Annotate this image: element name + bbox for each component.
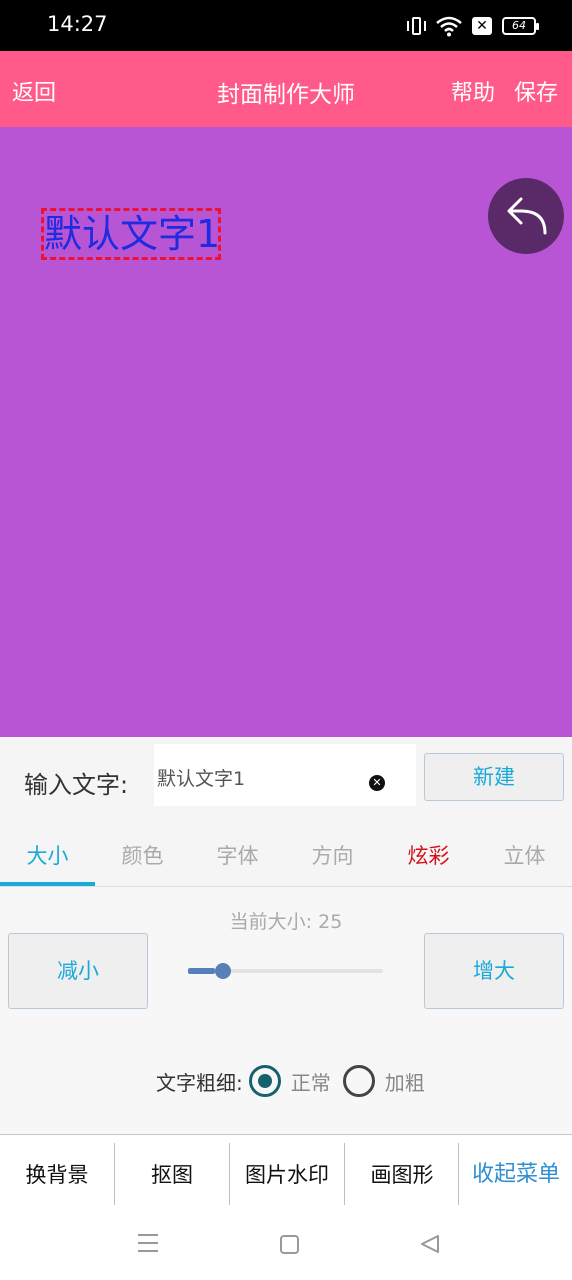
collapse-menu-button[interactable]: 收起菜单 <box>459 1135 572 1213</box>
decrease-size-button[interactable]: 减小 <box>8 933 148 1009</box>
app-screen: 14:27 ✕ 64 返回 封面制作大师 帮助 保存 默认文字1 输入文字: 默… <box>0 0 572 1280</box>
size-panel: 当前大小: 25 减小 增大 文字粗细: 正常 加粗 <box>0 887 572 1134</box>
tab-active-indicator <box>0 882 95 886</box>
text-input-value[interactable]: 默认文字1 <box>157 764 245 791</box>
tab-size[interactable]: 大小 <box>0 840 95 870</box>
input-text-label: 输入文字: <box>24 771 129 799</box>
draw-shape-button[interactable]: 画图形 <box>345 1135 459 1213</box>
status-bar: 14:27 ✕ 64 <box>0 0 572 51</box>
clear-icon[interactable]: ✕ <box>369 775 385 791</box>
tab-color[interactable]: 颜色 <box>95 840 190 870</box>
weight-bold-radio[interactable] <box>342 1065 375 1097</box>
current-size-value: 25 <box>318 911 343 933</box>
font-weight-label: 文字粗细: <box>156 1070 243 1095</box>
slider-thumb[interactable] <box>215 963 231 979</box>
slider-fill <box>188 968 215 974</box>
tab-3d[interactable]: 立体 <box>477 840 572 870</box>
undo-arrow-icon <box>507 197 547 235</box>
status-time: 14:27 <box>47 12 108 36</box>
tab-dazzle[interactable]: 炫彩 <box>381 840 476 870</box>
weight-bold-label[interactable]: 加粗 <box>385 1067 425 1096</box>
increase-size-button[interactable]: 增大 <box>424 933 564 1009</box>
text-input-field[interactable]: 默认文字1 ✕ <box>154 744 416 806</box>
save-button[interactable]: 保存 <box>514 75 558 107</box>
undo-button[interactable] <box>488 178 564 254</box>
system-nav-bar <box>0 1212 572 1280</box>
font-weight-group: 文字粗细: 正常 加粗 <box>156 1063 437 1099</box>
text-input-row: 输入文字: 默认文字1 ✕ 新建 <box>0 737 572 827</box>
home-icon[interactable] <box>280 1235 299 1254</box>
tab-direction[interactable]: 方向 <box>285 840 380 870</box>
vibrate-icon <box>406 15 426 37</box>
title-bar: 返回 封面制作大师 帮助 保存 <box>0 51 572 127</box>
current-size-label: 当前大小: <box>229 911 313 933</box>
bottom-menu: 换背景 抠图 图片水印 画图形 收起菜单 <box>0 1134 572 1212</box>
tab-font[interactable]: 字体 <box>190 840 285 870</box>
back-icon[interactable] <box>420 1234 440 1254</box>
change-background-button[interactable]: 换背景 <box>0 1135 114 1213</box>
menu-icon[interactable] <box>138 1234 158 1252</box>
help-button[interactable]: 帮助 <box>451 75 495 107</box>
sim-blocked-icon: ✕ <box>472 17 492 35</box>
new-text-button[interactable]: 新建 <box>424 753 564 801</box>
cutout-button[interactable]: 抠图 <box>115 1135 229 1213</box>
canvas-text-item[interactable]: 默认文字1 <box>41 208 221 260</box>
battery-icon: 64 <box>502 17 539 35</box>
size-slider[interactable] <box>188 963 383 979</box>
cover-canvas[interactable]: 默认文字1 <box>0 127 572 737</box>
weight-normal-label[interactable]: 正常 <box>291 1067 331 1096</box>
weight-normal-radio[interactable] <box>248 1065 281 1097</box>
image-watermark-button[interactable]: 图片水印 <box>230 1135 344 1213</box>
wifi-icon <box>436 16 462 37</box>
status-icons: ✕ 64 <box>406 13 539 39</box>
style-tabs: 大小 颜色 字体 方向 炫彩 立体 <box>0 827 572 887</box>
current-size-display: 当前大小: 25 <box>0 907 572 934</box>
